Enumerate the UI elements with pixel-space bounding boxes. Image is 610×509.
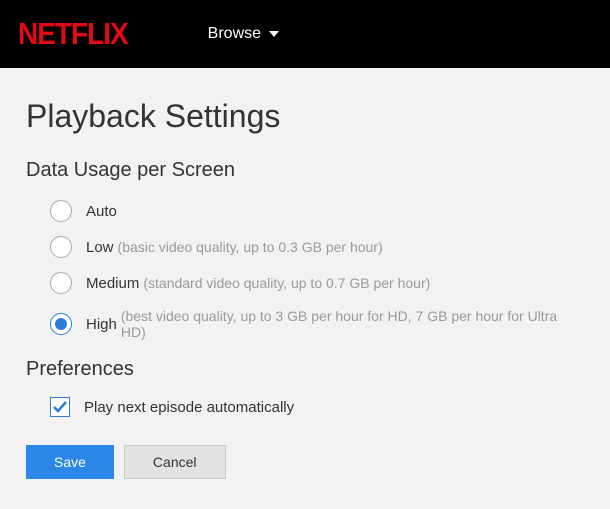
preferences-heading: Preferences (26, 358, 584, 381)
save-button[interactable]: Save (26, 445, 114, 479)
caret-down-icon (269, 31, 279, 37)
radio-option-low[interactable]: Low (basic video quality, up to 0.3 GB p… (50, 236, 584, 258)
radio-option-medium[interactable]: Medium (standard video quality, up to 0.… (50, 272, 584, 294)
top-bar: NETFLIX Browse (0, 0, 610, 68)
checkbox-icon (50, 397, 70, 417)
radio-label: Auto (86, 203, 117, 220)
radio-icon (50, 272, 72, 294)
radio-label: High (86, 316, 117, 333)
content-area: Playback Settings Data Usage per Screen … (0, 68, 610, 509)
radio-desc: (basic video quality, up to 0.3 GB per h… (118, 239, 383, 255)
autoplay-label: Play next episode automatically (84, 399, 294, 416)
data-usage-heading: Data Usage per Screen (26, 159, 584, 182)
radio-label: Medium (86, 275, 139, 292)
radio-desc: (standard video quality, up to 0.7 GB pe… (143, 275, 430, 291)
radio-icon (50, 236, 72, 258)
browse-menu[interactable]: Browse (208, 25, 279, 43)
cancel-button[interactable]: Cancel (124, 445, 226, 479)
browse-label: Browse (208, 25, 261, 43)
netflix-logo: NETFLIX (18, 16, 128, 51)
radio-icon (50, 200, 72, 222)
page-title: Playback Settings (26, 98, 584, 135)
button-row: Save Cancel (26, 445, 584, 479)
radio-option-high[interactable]: High (best video quality, up to 3 GB per… (50, 308, 584, 340)
autoplay-checkbox[interactable]: Play next episode automatically (50, 397, 584, 417)
radio-desc: (best video quality, up to 3 GB per hour… (121, 308, 584, 340)
radio-option-auto[interactable]: Auto (50, 200, 584, 222)
radio-label: Low (86, 239, 114, 256)
data-usage-radio-group: Auto Low (basic video quality, up to 0.3… (50, 200, 584, 340)
radio-icon (50, 313, 72, 335)
